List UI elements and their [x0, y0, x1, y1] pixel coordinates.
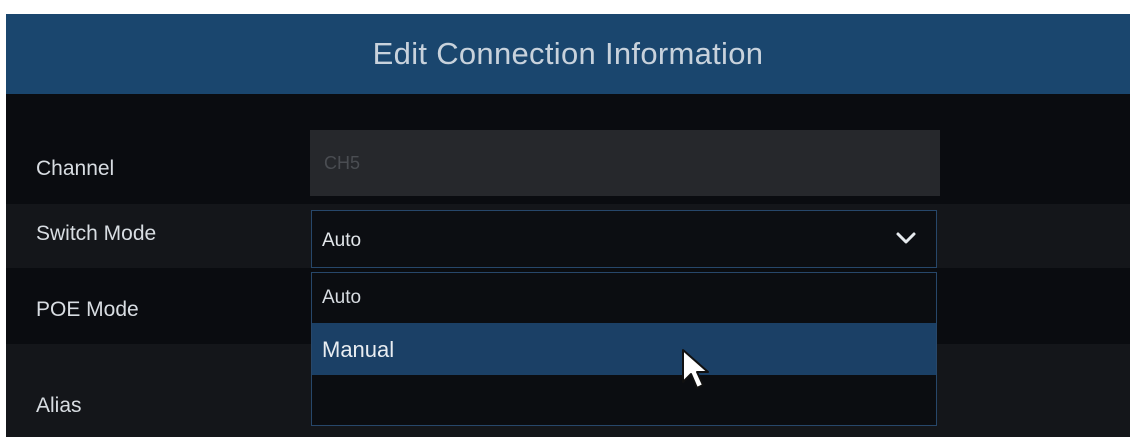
switch-mode-dropdown-list: Auto Manual [311, 272, 937, 426]
poe-mode-label: POE Mode [36, 298, 139, 321]
switch-mode-selected-value: Auto [322, 230, 362, 251]
edit-connection-dialog: Edit Connection Information Channel CH5 … [6, 14, 1130, 437]
dropdown-option-manual[interactable]: Manual [312, 323, 936, 375]
mouse-cursor-icon [682, 349, 709, 389]
channel-value: CH5 [324, 153, 361, 173]
dialog-title: Edit Connection Information [372, 36, 764, 71]
switch-mode-select[interactable]: Auto [311, 210, 937, 268]
chevron-down-icon[interactable] [895, 231, 917, 245]
channel-field: CH5 [310, 130, 940, 196]
channel-label: Channel [36, 157, 115, 180]
alias-label: Alias [36, 394, 82, 417]
dialog-title-bar: Edit Connection Information [6, 14, 1130, 94]
switch-mode-label: Switch Mode [36, 222, 157, 245]
dropdown-option-auto[interactable]: Auto [312, 273, 936, 321]
